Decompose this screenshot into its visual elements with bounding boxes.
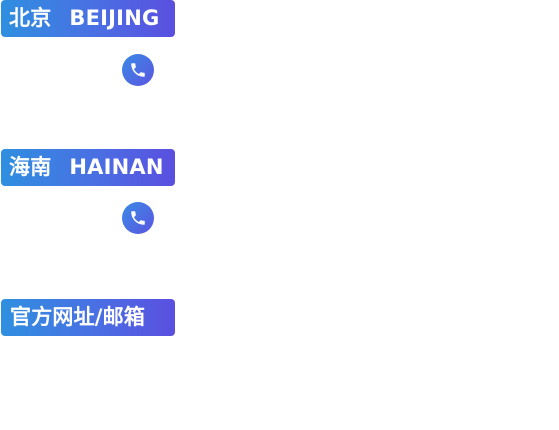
website-email-label: 官方网址/邮箱 bbox=[10, 305, 146, 329]
beijing-label-en: BEIJING bbox=[69, 6, 160, 30]
beijing-label-cn: 北京 bbox=[9, 6, 52, 30]
phone-icon-glyph bbox=[131, 211, 145, 225]
phone-icon[interactable] bbox=[122, 202, 154, 234]
phone-icon-glyph bbox=[131, 63, 145, 77]
beijing-tag: 北京 BEIJING bbox=[1, 0, 175, 37]
hainan-label-cn: 海南 bbox=[9, 155, 52, 179]
hainan-tag: 海南 HAINAN bbox=[1, 149, 175, 186]
phone-icon[interactable] bbox=[122, 54, 154, 86]
contact-panel: 北京 BEIJING 海南 HAINAN 官方网址/邮箱 bbox=[0, 0, 559, 430]
website-email-tag: 官方网址/邮箱 bbox=[1, 299, 175, 336]
hainan-label-en: HAINAN bbox=[69, 155, 164, 179]
